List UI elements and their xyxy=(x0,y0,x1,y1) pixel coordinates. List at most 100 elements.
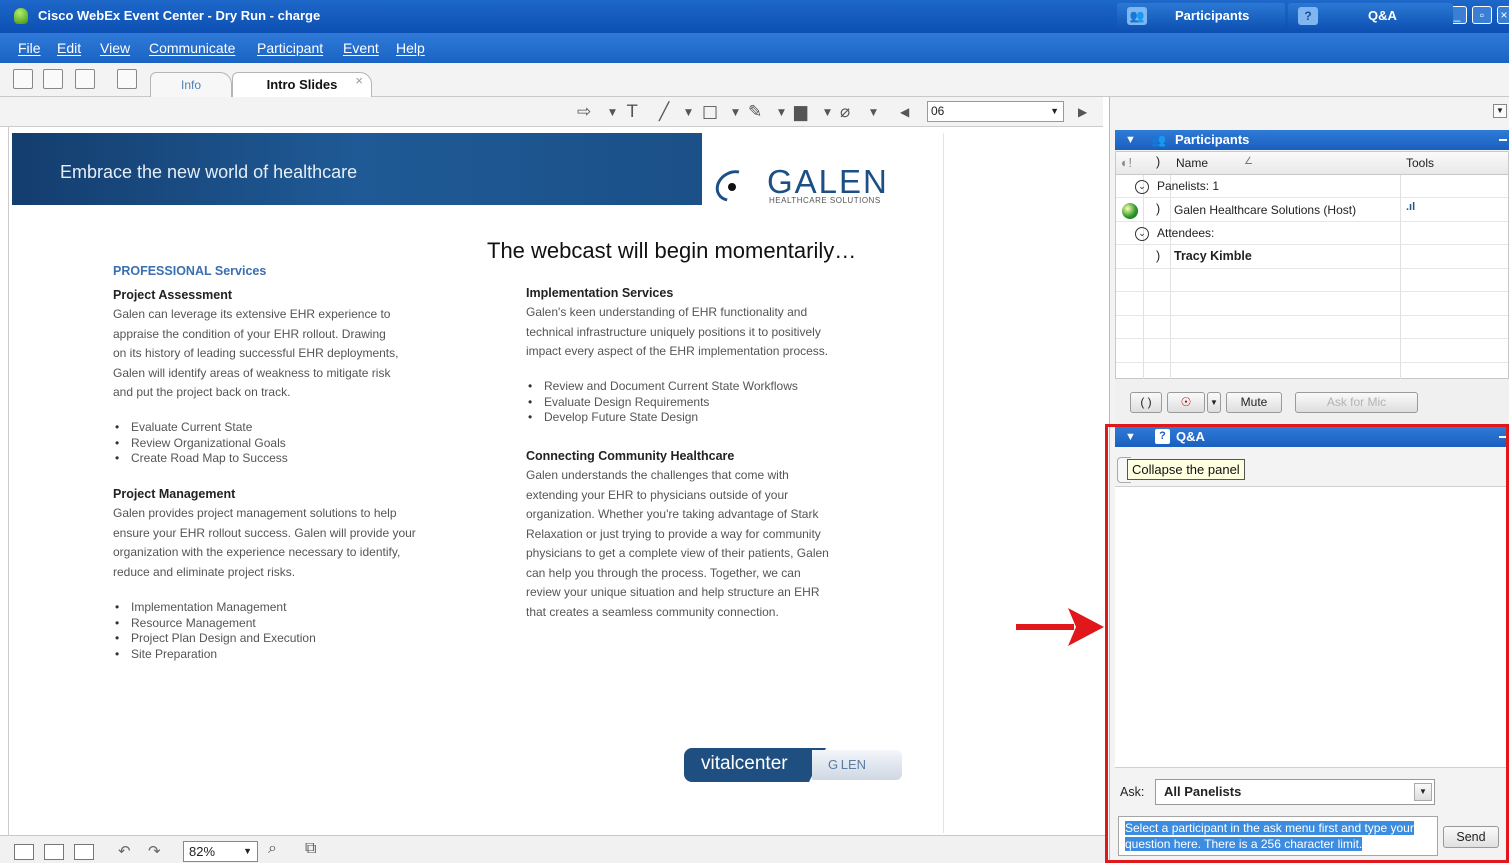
bullet-item: Review Organizational Goals xyxy=(113,436,288,452)
close-icon[interactable]: × xyxy=(1497,6,1509,24)
expand-circle-icon[interactable]: ⌄ xyxy=(1135,227,1149,241)
text-line: review your unique situation and help st… xyxy=(526,585,820,599)
minimize-section-icon[interactable] xyxy=(1499,139,1507,141)
sort-icon: ∠ xyxy=(1244,156,1253,167)
chevron-down-icon[interactable]: ▼ xyxy=(1207,392,1221,413)
menu-event[interactable]: Event xyxy=(343,40,379,56)
tools-column-header: Tools xyxy=(1406,156,1435,170)
red-arrow-icon xyxy=(1016,608,1104,646)
text-line: Relaxation or just trying to provide a w… xyxy=(526,526,821,541)
status-column-icon[interactable]: ◐! xyxy=(1121,156,1132,170)
tab-close-icon[interactable]: × xyxy=(355,69,363,93)
menu-help[interactable]: Help xyxy=(396,40,425,56)
chevron-down-icon[interactable]: ▼ xyxy=(685,108,692,118)
menu-view[interactable]: View xyxy=(100,40,130,56)
project-assessment-text: Galen can leverage its extensive EHR exp… xyxy=(113,305,443,403)
highlighter-icon[interactable]: ✎ xyxy=(748,102,762,122)
panel-options-icon[interactable]: ▼ xyxy=(1493,104,1507,118)
vitalcenter-galen-text: G LEN xyxy=(812,750,902,780)
panel-tab-participants[interactable]: 👥 Participants xyxy=(1117,3,1285,29)
highlight-frame xyxy=(1105,424,1509,863)
professional-services-heading: PROFESSIONAL Services xyxy=(113,264,267,278)
next-page-icon[interactable]: ▶ xyxy=(1078,105,1087,119)
project-management-text: Galen provides project management soluti… xyxy=(113,504,443,582)
participants-section-header[interactable]: ▼ 👥 Participants xyxy=(1115,130,1509,150)
layout-split-icon[interactable] xyxy=(44,844,64,860)
host-participant-name[interactable]: Galen Healthcare Solutions (Host) xyxy=(1174,203,1356,217)
ask-for-mic-button[interactable]: Ask for Mic xyxy=(1295,392,1418,413)
qa-icon: ? xyxy=(1298,7,1318,25)
chevron-down-icon[interactable]: ▼ xyxy=(824,108,831,118)
implementation-bullets: Review and Document Current State Workfl… xyxy=(526,379,798,426)
panel-tab-qa[interactable]: ? Q&A xyxy=(1288,3,1453,29)
status-bar: ↶ ↷ 82% ▼ ⌕ ⧉ xyxy=(0,835,1105,863)
annotation-toolbar: ⇨ ▼ T ╱ ▼ □ ▼ ✎ ▼ ▆ ▼ ⌀ ▼ ◀ 06 ▼ ▶ xyxy=(0,97,1103,127)
eraser-icon[interactable]: ⌀ xyxy=(840,102,850,122)
tab-intro-slides-label: Intro Slides xyxy=(266,77,338,92)
fullscreen-icon[interactable] xyxy=(75,69,95,89)
project-management-bullets: Implementation Management Resource Manag… xyxy=(113,600,316,662)
layout-thumbnail-icon[interactable] xyxy=(74,844,94,860)
color-picker-icon[interactable]: ▆ xyxy=(794,102,807,122)
new-document-icon[interactable] xyxy=(13,69,33,89)
text-line: organization with the experience necessa… xyxy=(113,545,401,559)
edit-document-icon[interactable] xyxy=(117,69,137,89)
text-line: ensure your EHR rollout success. Galen w… xyxy=(113,525,416,540)
rotate-right-icon[interactable]: ↷ xyxy=(148,842,161,860)
attendee-name[interactable]: Tracy Kimble xyxy=(1174,249,1252,263)
menu-file[interactable]: File xyxy=(18,40,41,56)
page-number-select[interactable]: 06 ▼ xyxy=(927,101,1064,122)
audio-column-icon[interactable]: ) xyxy=(1156,155,1160,169)
galen-logo: GALEN HEALTHCARE SOLUTIONS xyxy=(709,163,905,209)
galen-logo-sub: HEALTHCARE SOLUTIONS xyxy=(769,196,881,205)
copy-document-icon[interactable] xyxy=(43,69,63,89)
participants-section-label: Participants xyxy=(1175,132,1250,147)
bullet-item: Develop Future State Design xyxy=(526,410,798,426)
menu-communicate[interactable]: Communicate xyxy=(149,40,235,56)
text-tool-icon[interactable]: T xyxy=(627,102,637,122)
chevron-down-icon: ▼ xyxy=(243,846,252,856)
galen-dot xyxy=(728,183,736,191)
previous-page-icon[interactable]: ◀ xyxy=(900,105,909,119)
zoom-magnifier-icon[interactable]: ⌕ xyxy=(268,840,277,858)
text-line: Galen will identify areas of weakness to… xyxy=(113,365,391,380)
menu-edit[interactable]: Edit xyxy=(57,40,81,56)
participants-icon: 👥 xyxy=(1127,7,1147,25)
chevron-down-icon[interactable]: ▼ xyxy=(609,108,616,118)
restore-icon[interactable]: ▫ xyxy=(1472,6,1492,24)
bullet-item: Site Preparation xyxy=(113,647,316,663)
zoom-select[interactable]: 82% ▼ xyxy=(183,841,258,862)
raise-hand-icon[interactable]: ☉ xyxy=(1167,392,1205,413)
attendees-group-label: Attendees: xyxy=(1157,226,1215,240)
layout-single-icon[interactable] xyxy=(14,844,34,860)
bullet-item: Resource Management xyxy=(113,616,316,632)
text-line: on its history of leading successful EHR… xyxy=(113,346,399,360)
rotate-left-icon[interactable]: ↶ xyxy=(118,842,131,860)
text-line: Galen provides project management soluti… xyxy=(113,506,397,520)
chevron-down-icon[interactable]: ▼ xyxy=(778,108,785,118)
name-column-header[interactable]: Name xyxy=(1176,156,1208,170)
rectangle-tool-icon[interactable]: □ xyxy=(702,102,718,122)
menu-participant[interactable]: Participant xyxy=(257,40,323,56)
pointer-arrow-icon[interactable]: ⇨ xyxy=(577,102,591,122)
expand-circle-icon[interactable]: ⌄ xyxy=(1135,180,1149,194)
audio-button[interactable]: ( ) xyxy=(1130,392,1162,413)
slide-banner: Embrace the new world of healthcare xyxy=(12,133,702,205)
participant-list-header xyxy=(1116,152,1508,174)
vitalcenter-logo: vitalcenter G LEN xyxy=(684,748,902,782)
text-line: impact every aspect of the EHR implement… xyxy=(526,344,829,358)
chevron-down-icon[interactable]: ▼ xyxy=(732,108,739,118)
document-tab-row: Info Intro Slides × xyxy=(0,63,1509,97)
bullet-item: Evaluate Design Requirements xyxy=(526,395,798,411)
mute-button[interactable]: Mute xyxy=(1226,392,1282,413)
text-line: reduce and eliminate project risks. xyxy=(113,564,296,579)
project-assessment-heading: Project Assessment xyxy=(113,288,233,302)
tab-intro-slides[interactable]: Intro Slides × xyxy=(232,72,372,97)
line-tool-icon[interactable]: ╱ xyxy=(659,102,669,122)
fit-page-icon[interactable]: ⧉ xyxy=(305,840,316,858)
chevron-down-icon[interactable]: ▼ xyxy=(870,108,877,118)
bullet-item: Evaluate Current State xyxy=(113,420,288,436)
participant-list: ◐! ) Name ∠ Tools ⌄ Panelists: 1 ) Galen… xyxy=(1115,151,1509,380)
text-line: organization. Whether you're taking adva… xyxy=(526,507,819,521)
tab-info[interactable]: Info xyxy=(150,72,232,97)
